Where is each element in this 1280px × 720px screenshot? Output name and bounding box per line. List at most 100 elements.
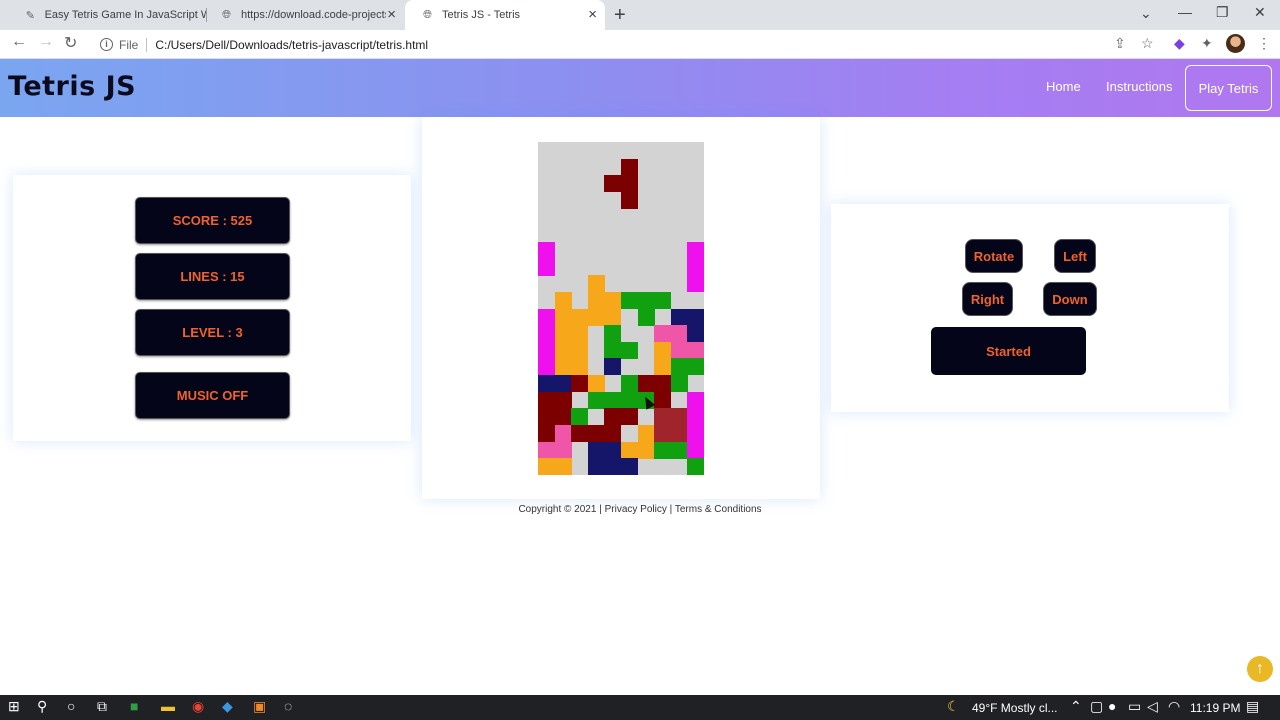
battery-icon[interactable]: ▭ (1128, 698, 1141, 715)
back-icon[interactable]: ← (11, 33, 27, 51)
close-tab-icon[interactable]: × (588, 7, 597, 23)
left-button[interactable]: Left (1054, 239, 1096, 273)
volume-icon[interactable]: ◁ (1147, 698, 1158, 715)
cortana-icon[interactable]: ○ (67, 698, 75, 714)
weather-text[interactable]: 49°F Mostly cl... (972, 701, 1057, 715)
board-cell (554, 341, 572, 359)
reload-icon[interactable]: ↻ (64, 33, 77, 53)
browser-tab-1[interactable]: ✎ Easy Tetris Game In JavaScript W (8, 0, 206, 30)
profile-avatar[interactable] (1226, 34, 1245, 53)
board-cell (554, 391, 572, 409)
minimize-icon[interactable]: — (1178, 4, 1192, 20)
globe-icon: 🌐︎ (423, 8, 432, 21)
board-cell (621, 175, 638, 193)
board-cell (670, 441, 688, 459)
globe-icon: 🌐︎ (222, 8, 231, 21)
search-icon[interactable]: ⚲ (37, 698, 47, 715)
browser-tab-3-active[interactable]: 🌐︎ Tetris JS - Tetris × (405, 0, 605, 30)
notifications-icon[interactable]: ▤ (1246, 698, 1259, 715)
board-cell (554, 441, 572, 459)
xampp-icon[interactable]: ▣ (253, 698, 266, 715)
board-cell (670, 358, 688, 376)
board-cell (604, 308, 622, 326)
bookmark-star-icon[interactable]: ☆ (1141, 35, 1154, 52)
board-cell (621, 458, 638, 476)
nav-home[interactable]: Home (1046, 79, 1081, 94)
board-cell (604, 441, 622, 459)
board-cell (687, 241, 705, 259)
forward-icon[interactable]: → (38, 33, 54, 51)
start-button[interactable]: Started (931, 327, 1086, 375)
board-cell (554, 425, 572, 443)
lines-display: LINES : 15 (135, 253, 290, 300)
board-cell (670, 408, 688, 426)
board-cell (587, 375, 605, 393)
app-icon[interactable]: ◌ (284, 698, 292, 714)
board-cell (621, 291, 638, 309)
wifi-icon[interactable]: ◠ (1168, 698, 1180, 715)
board-cell (621, 391, 638, 409)
board-cell (654, 341, 672, 359)
board-cell (654, 425, 672, 443)
board-cell (604, 358, 622, 376)
store-icon[interactable]: ■ (130, 698, 138, 714)
scroll-to-top-button[interactable]: ↑ (1247, 656, 1273, 682)
site-logo[interactable]: Tetris JS (8, 71, 136, 102)
tray-chevron-icon[interactable]: ⌃ (1070, 698, 1082, 715)
feather-icon: ✎ (25, 9, 35, 22)
privacy-policy-link[interactable]: Privacy Policy (605, 504, 667, 515)
vscode-icon[interactable]: ◆ (222, 698, 233, 715)
right-button[interactable]: Right (962, 282, 1013, 316)
address-url: C:/Users/Dell/Downloads/tetris-javascrip… (155, 37, 429, 52)
nav-instructions[interactable]: Instructions (1106, 79, 1172, 94)
board-cell (637, 308, 655, 326)
extensions-puzzle-icon[interactable]: ✦ (1201, 35, 1213, 52)
board-cell (604, 175, 622, 193)
microphone-icon[interactable]: ● (1108, 698, 1116, 714)
extension-color-icon[interactable]: ◆ (1174, 35, 1185, 52)
board-cell (687, 358, 705, 376)
tab-search-icon[interactable]: ⌄ (1140, 5, 1152, 22)
close-tab-icon[interactable]: × (387, 7, 396, 23)
board-cell (621, 158, 638, 176)
board-cell (670, 341, 688, 359)
down-button[interactable]: Down (1043, 282, 1097, 316)
address-scheme: File (119, 37, 139, 52)
tab-title: https://download.code-projects.o (241, 9, 386, 21)
tetris-board[interactable] (538, 142, 705, 476)
level-display: LEVEL : 3 (135, 309, 290, 356)
task-view-icon[interactable]: ⧉ (97, 698, 107, 715)
tab-title: Easy Tetris Game In JavaScript W (44, 9, 206, 21)
menu-kebab-icon[interactable]: ⋮ (1257, 35, 1271, 52)
board-cell (538, 325, 555, 343)
new-tab-button[interactable]: + (614, 4, 626, 27)
board-cell (654, 408, 672, 426)
share-icon[interactable]: ⇪ (1114, 35, 1126, 52)
close-window-icon[interactable]: ✕ (1254, 4, 1266, 21)
board-cell (538, 441, 555, 459)
play-tetris-button[interactable]: Play Tetris (1185, 65, 1272, 111)
file-explorer-icon[interactable]: ▬ (161, 698, 175, 714)
chrome-icon[interactable]: ◉ (192, 698, 204, 715)
browser-tab-2[interactable]: 🌐︎ https://download.code-projects.o × (204, 0, 404, 30)
board-cell (621, 191, 638, 209)
board-cell (587, 391, 605, 409)
board-cell (587, 275, 605, 293)
board-cell (604, 291, 622, 309)
music-toggle-button[interactable]: MUSIC OFF (135, 372, 290, 419)
tray-app-icon[interactable]: ▢ (1090, 698, 1103, 715)
board-cell (538, 375, 555, 393)
terms-link[interactable]: Terms & Conditions (675, 504, 762, 515)
board-cell (687, 341, 705, 359)
clock-time[interactable]: 11:19 PM (1190, 701, 1240, 715)
board-cell (554, 458, 572, 476)
windows-start-icon[interactable]: ⊞ (8, 698, 20, 715)
board-cell (587, 291, 605, 309)
rotate-button[interactable]: Rotate (965, 239, 1023, 273)
board-cell (554, 325, 572, 343)
board-cell (654, 375, 672, 393)
address-bar[interactable]: i File C:/Users/Dell/Downloads/tetris-ja… (90, 32, 1170, 57)
restore-icon[interactable]: ❐ (1216, 4, 1229, 21)
info-icon[interactable]: i (100, 38, 113, 51)
footer-separator: | (669, 504, 673, 515)
